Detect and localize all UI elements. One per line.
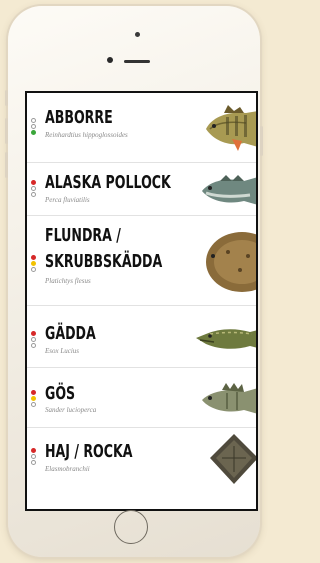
fish-latin-name: Perca fluviatilis: [45, 196, 90, 204]
status-dot-red: [31, 390, 36, 395]
status-dot-red: [31, 448, 36, 453]
status-dot-yellow: [31, 261, 36, 266]
fish-latin-name: Reinhardtius hippoglossoides: [45, 131, 128, 139]
status-indicator: [31, 331, 38, 349]
status-dot-red: [31, 180, 36, 185]
fish-name: GÄDDA: [45, 323, 96, 344]
status-dot-green: [31, 130, 36, 135]
status-dot-empty: [31, 118, 36, 123]
zander-icon: [202, 383, 256, 414]
list-item-haj-rocka[interactable]: HAJ / ROCKA Elasmobranchii: [27, 428, 256, 491]
status-dot-empty: [31, 186, 36, 191]
status-dot-empty: [31, 402, 36, 407]
status-dot-yellow: [31, 396, 36, 401]
perch-icon: [206, 105, 256, 151]
pike-icon: [196, 329, 256, 349]
fish-name: ABBORRE: [45, 107, 113, 128]
list-item-gadda[interactable]: GÄDDA Esox Lucius: [27, 306, 256, 368]
fish-name: GÖS: [45, 383, 76, 404]
status-dot-empty: [31, 192, 36, 197]
status-indicator: [31, 448, 38, 466]
volume-up-button: [5, 118, 8, 144]
ray-icon: [210, 434, 256, 484]
fish-name: HAJ / ROCKA: [45, 441, 133, 462]
status-indicator: [31, 180, 38, 198]
power-button: [260, 126, 263, 156]
status-dot-empty: [31, 337, 36, 342]
status-indicator: [31, 118, 38, 136]
fish-latin-name: Elasmobranchii: [45, 465, 90, 473]
status-indicator: [31, 255, 38, 273]
list-item-flundra-skrubbskadda[interactable]: FLUNDRA / SKRUBBSKÄDDA Platichtys flesus: [27, 216, 256, 306]
status-dot-empty: [31, 267, 36, 272]
front-camera: [107, 57, 113, 63]
proximity-sensor: [135, 32, 140, 37]
phone-screen: ABBORRE Reinhardtius hippoglossoides ALA…: [25, 91, 258, 511]
status-dot-red: [31, 331, 36, 336]
fish-latin-name: Esox Lucius: [45, 347, 80, 355]
status-dot-red: [31, 255, 36, 260]
status-dot-empty: [31, 343, 36, 348]
fish-name-line1: FLUNDRA /: [45, 225, 121, 246]
pollock-icon: [202, 175, 256, 205]
fish-latin-name: Platichtys flesus: [45, 277, 91, 285]
earpiece-speaker: [124, 60, 150, 63]
fish-name: ALASKA POLLOCK: [45, 172, 171, 193]
silent-switch: [5, 90, 8, 106]
status-dot-empty: [31, 124, 36, 129]
list-item-alaska-pollock[interactable]: ALASKA POLLOCK Perca fluviatilis: [27, 163, 256, 216]
fish-name-line2: SKRUBBSKÄDDA: [45, 251, 163, 272]
flounder-icon: [206, 232, 256, 292]
status-dot-empty: [31, 454, 36, 459]
list-item-gos[interactable]: GÖS Sander lucioperca: [27, 368, 256, 428]
status-indicator: [31, 390, 38, 408]
volume-down-button: [5, 152, 8, 178]
home-button[interactable]: [114, 510, 148, 544]
list-item-abborre[interactable]: ABBORRE Reinhardtius hippoglossoides: [27, 93, 256, 163]
status-dot-empty: [31, 460, 36, 465]
fish-latin-name: Sander lucioperca: [45, 406, 97, 414]
